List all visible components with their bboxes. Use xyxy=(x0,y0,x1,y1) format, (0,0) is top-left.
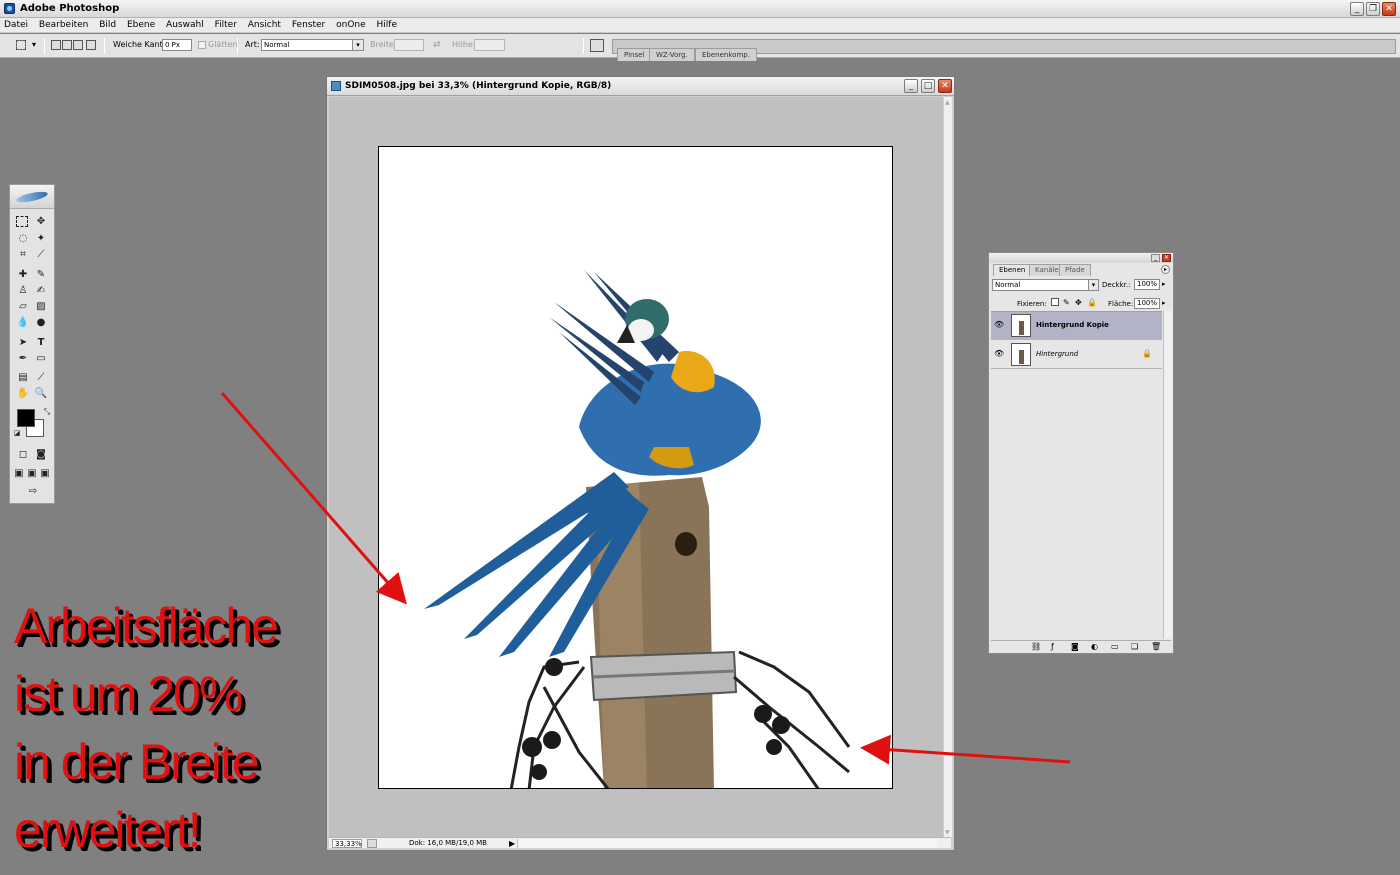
annotation-line: Arbeitsfläche xyxy=(14,598,279,654)
annotation-line: ist um 20% xyxy=(14,666,243,722)
right-arrow xyxy=(860,734,1071,765)
annotation-line: erweitert! xyxy=(14,802,202,858)
annotation-text: Arbeitsfläche ist um 20% in der Breite e… xyxy=(14,592,279,864)
left-arrow xyxy=(220,392,407,605)
annotation-line: in der Breite xyxy=(14,734,260,790)
